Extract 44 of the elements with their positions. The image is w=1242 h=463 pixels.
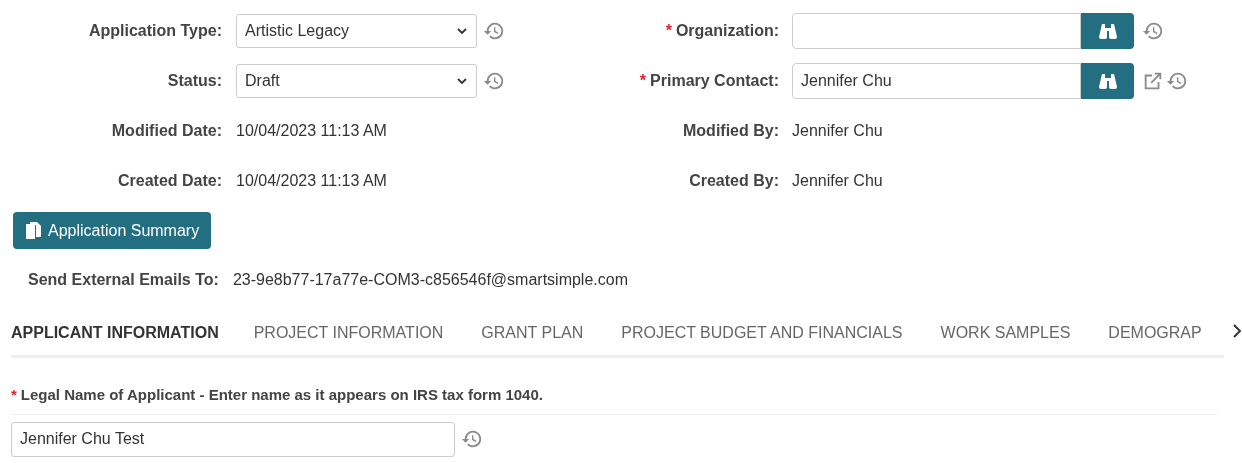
field-value: 10/04/2023 11:13 AM [236,121,387,141]
document-icon [25,221,42,240]
required-asterisk: * [639,71,647,91]
select-field[interactable]: Draft [236,64,477,98]
field-value: Jennifer Chu [792,171,883,191]
field-label: Status: [167,71,222,91]
field-label: Send External Emails To: [28,270,219,290]
lookup-field[interactable] [792,13,1081,49]
field-label: Modified By: [683,121,779,141]
lookup-field[interactable]: Jennifer Chu [792,63,1081,99]
text-field[interactable]: Jennifer Chu Test [11,421,455,457]
chevron-right-icon[interactable] [1232,324,1242,338]
binoculars-icon [1097,72,1118,90]
caret-icon [456,25,468,37]
history-icon[interactable] [461,428,483,450]
field-label: Modified Date: [111,121,222,141]
binoculars-icon [1097,22,1118,40]
required-asterisk: * [665,21,672,41]
history-icon[interactable] [1166,70,1188,92]
search-button[interactable] [1081,63,1134,99]
field-value: 23-9e8b77-17a77e-COM3-c856546f@smartsimple.com [232,270,628,290]
history-icon[interactable] [483,70,505,92]
field-label: Legal Name of Applicant - Enter name as it appears on IRS tax form 1040. [20,385,543,405]
tab[interactable]: PROJECT INFORMATION [234,321,463,355]
required-asterisk: * [11,385,17,405]
field-label: Created By: [689,171,779,191]
search-button[interactable] [1081,13,1134,49]
tab[interactable]: WORK SAMPLES [921,321,1090,355]
caret-icon [456,75,468,87]
external-link-icon[interactable] [1142,70,1164,92]
field-label: Created Date: [117,171,222,191]
tab[interactable]: APPLICANT INFORMATION [11,321,235,355]
field-value: Jennifer Chu [792,121,883,141]
history-icon[interactable] [1142,20,1164,42]
tab[interactable]: GRANT PLAN [462,321,603,355]
select-field[interactable]: Artistic Legacy [236,14,477,48]
field-label: Primary Contact: [650,71,779,91]
tab[interactable]: PROJECT BUDGET AND FINANCIALS [602,321,922,355]
application-summary-button[interactable]: Application Summary [13,212,212,249]
field-value: 10/04/2023 11:13 AM [236,171,387,191]
history-icon[interactable] [483,20,505,42]
field-label: Organization: [675,21,779,41]
tab[interactable]: DEMOGRAP [1089,321,1221,355]
field-label: Application Type: [88,21,222,41]
